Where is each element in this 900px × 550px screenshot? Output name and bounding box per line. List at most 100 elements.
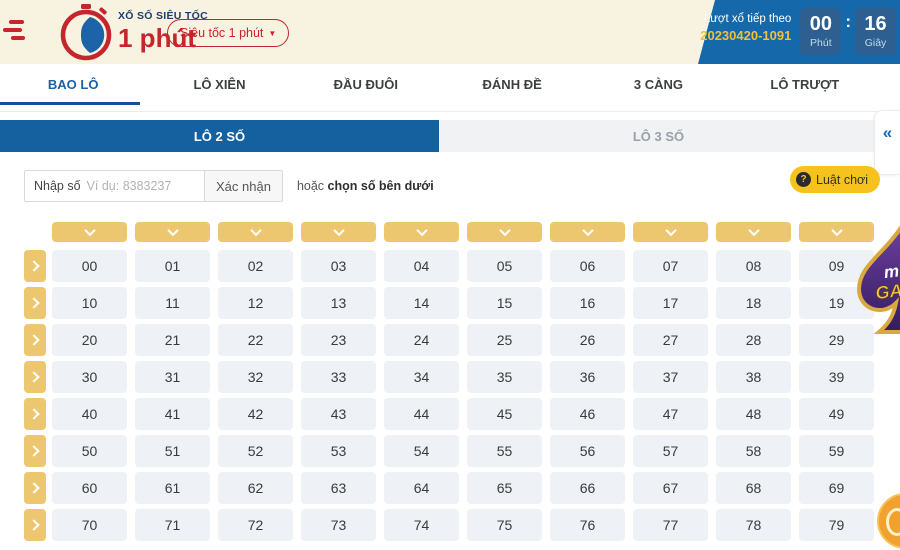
number-cell-33[interactable]: 33 [301, 361, 376, 393]
confirm-button[interactable]: Xác nhận [205, 170, 283, 202]
number-cell-23[interactable]: 23 [301, 324, 376, 356]
number-cell-18[interactable]: 18 [716, 287, 791, 319]
column-select-button-5[interactable] [467, 222, 542, 242]
row-select-button-0[interactable] [24, 250, 46, 282]
number-cell-06[interactable]: 06 [550, 250, 625, 282]
number-cell-48[interactable]: 48 [716, 398, 791, 430]
row-select-button-4[interactable] [24, 398, 46, 430]
column-select-button-3[interactable] [301, 222, 376, 242]
row-select-button-5[interactable] [24, 435, 46, 467]
number-cell-69[interactable]: 69 [799, 472, 874, 504]
tab-lo-truot[interactable]: LÔ TRƯỢT [732, 64, 878, 111]
tab-lo-xien[interactable]: LÔ XIÊN [146, 64, 292, 111]
number-cell-62[interactable]: 62 [218, 472, 293, 504]
number-cell-55[interactable]: 55 [467, 435, 542, 467]
number-cell-20[interactable]: 20 [52, 324, 127, 356]
number-cell-25[interactable]: 25 [467, 324, 542, 356]
number-cell-15[interactable]: 15 [467, 287, 542, 319]
number-cell-03[interactable]: 03 [301, 250, 376, 282]
row-select-button-2[interactable] [24, 324, 46, 356]
number-cell-12[interactable]: 12 [218, 287, 293, 319]
number-cell-27[interactable]: 27 [633, 324, 708, 356]
column-select-button-8[interactable] [716, 222, 791, 242]
number-cell-45[interactable]: 45 [467, 398, 542, 430]
number-cell-41[interactable]: 41 [135, 398, 210, 430]
number-cell-52[interactable]: 52 [218, 435, 293, 467]
column-select-button-7[interactable] [633, 222, 708, 242]
number-cell-63[interactable]: 63 [301, 472, 376, 504]
number-cell-02[interactable]: 02 [218, 250, 293, 282]
number-cell-34[interactable]: 34 [384, 361, 459, 393]
number-cell-53[interactable]: 53 [301, 435, 376, 467]
number-cell-42[interactable]: 42 [218, 398, 293, 430]
number-cell-05[interactable]: 05 [467, 250, 542, 282]
number-cell-57[interactable]: 57 [633, 435, 708, 467]
number-cell-11[interactable]: 11 [135, 287, 210, 319]
number-cell-16[interactable]: 16 [550, 287, 625, 319]
number-cell-75[interactable]: 75 [467, 509, 542, 541]
subtab-lo-3-so[interactable]: LÔ 3 SỐ [439, 120, 878, 152]
tab-dau-duoi[interactable]: ĐẦU ĐUÔI [293, 64, 439, 111]
tab-danh-de[interactable]: ĐÁNH ĐỀ [439, 64, 585, 111]
number-cell-04[interactable]: 04 [384, 250, 459, 282]
number-cell-70[interactable]: 70 [52, 509, 127, 541]
number-cell-26[interactable]: 26 [550, 324, 625, 356]
number-cell-40[interactable]: 40 [52, 398, 127, 430]
subtab-lo-2-so[interactable]: LÔ 2 SỐ [0, 120, 439, 152]
number-cell-56[interactable]: 56 [550, 435, 625, 467]
number-cell-44[interactable]: 44 [384, 398, 459, 430]
number-cell-00[interactable]: 00 [52, 250, 127, 282]
number-cell-67[interactable]: 67 [633, 472, 708, 504]
row-select-button-6[interactable] [24, 472, 46, 504]
number-cell-72[interactable]: 72 [218, 509, 293, 541]
tab-bao-lo[interactable]: BAO LÔ [0, 64, 146, 111]
number-cell-49[interactable]: 49 [799, 398, 874, 430]
number-cell-30[interactable]: 30 [52, 361, 127, 393]
number-cell-77[interactable]: 77 [633, 509, 708, 541]
column-select-button-1[interactable] [135, 222, 210, 242]
mini-game-badge[interactable]: mini GAME [852, 222, 900, 342]
number-cell-54[interactable]: 54 [384, 435, 459, 467]
number-cell-58[interactable]: 58 [716, 435, 791, 467]
number-cell-36[interactable]: 36 [550, 361, 625, 393]
row-select-button-1[interactable] [24, 287, 46, 319]
number-cell-46[interactable]: 46 [550, 398, 625, 430]
number-cell-51[interactable]: 51 [135, 435, 210, 467]
row-select-button-7[interactable] [24, 509, 46, 541]
number-cell-10[interactable]: 10 [52, 287, 127, 319]
number-cell-65[interactable]: 65 [467, 472, 542, 504]
number-cell-07[interactable]: 07 [633, 250, 708, 282]
number-cell-22[interactable]: 22 [218, 324, 293, 356]
number-cell-78[interactable]: 78 [716, 509, 791, 541]
number-cell-60[interactable]: 60 [52, 472, 127, 504]
number-cell-21[interactable]: 21 [135, 324, 210, 356]
tab-3-cang[interactable]: 3 CÀNG [585, 64, 731, 111]
number-cell-66[interactable]: 66 [550, 472, 625, 504]
number-cell-71[interactable]: 71 [135, 509, 210, 541]
column-select-button-0[interactable] [52, 222, 127, 242]
number-cell-64[interactable]: 64 [384, 472, 459, 504]
number-cell-13[interactable]: 13 [301, 287, 376, 319]
number-cell-32[interactable]: 32 [218, 361, 293, 393]
number-cell-08[interactable]: 08 [716, 250, 791, 282]
rules-button[interactable]: ? Luật chơi [790, 166, 880, 193]
number-cell-37[interactable]: 37 [633, 361, 708, 393]
number-cell-79[interactable]: 79 [799, 509, 874, 541]
lottery-type-select[interactable]: Siêu tốc 1 phút ▼ [167, 19, 289, 47]
number-cell-24[interactable]: 24 [384, 324, 459, 356]
number-cell-74[interactable]: 74 [384, 509, 459, 541]
number-cell-28[interactable]: 28 [716, 324, 791, 356]
number-cell-68[interactable]: 68 [716, 472, 791, 504]
number-cell-43[interactable]: 43 [301, 398, 376, 430]
number-cell-14[interactable]: 14 [384, 287, 459, 319]
number-cell-50[interactable]: 50 [52, 435, 127, 467]
column-select-button-4[interactable] [384, 222, 459, 242]
column-select-button-6[interactable] [550, 222, 625, 242]
column-select-button-2[interactable] [218, 222, 293, 242]
side-panel-collapse[interactable]: « [874, 110, 900, 175]
number-input[interactable]: Nhập số Ví dụ: 8383237 [24, 170, 205, 202]
number-cell-31[interactable]: 31 [135, 361, 210, 393]
number-cell-76[interactable]: 76 [550, 509, 625, 541]
number-cell-38[interactable]: 38 [716, 361, 791, 393]
number-cell-73[interactable]: 73 [301, 509, 376, 541]
